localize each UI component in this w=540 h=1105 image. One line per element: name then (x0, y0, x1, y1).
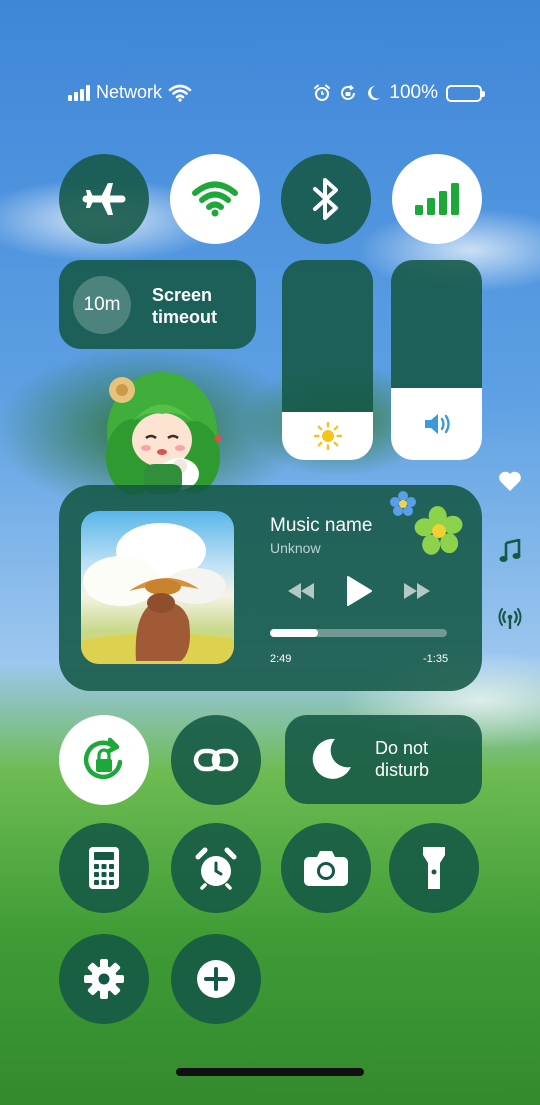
alarm-clock-icon (195, 847, 237, 890)
camera-button[interactable] (281, 823, 371, 913)
wifi-icon (192, 181, 238, 217)
link-icon (193, 748, 239, 772)
broadcast-side-button[interactable] (496, 606, 524, 632)
link-toggle[interactable] (171, 715, 261, 805)
battery-icon (446, 84, 485, 102)
volume-slider[interactable] (391, 260, 482, 460)
gear-icon (84, 959, 124, 999)
brightness-level-fill (282, 412, 373, 460)
timeout-label-line1: Screen (152, 285, 213, 305)
timeout-value: 10m (83, 294, 121, 315)
dnd-label-line1: Do not (375, 738, 429, 758)
heart-icon (499, 471, 521, 491)
dnd-label: Do not disturb (375, 737, 429, 781)
camera-icon (304, 851, 348, 886)
rewind-icon[interactable] (287, 582, 315, 600)
chibi-character-sticker (106, 372, 222, 495)
moon-icon (312, 738, 351, 779)
home-indicator[interactable] (176, 1068, 364, 1076)
alarm-status-icon (314, 84, 331, 101)
airplane-toggle[interactable] (59, 154, 149, 244)
rotation-lock-icon (83, 737, 123, 780)
volume-level-fill (391, 388, 482, 460)
calculator-icon (89, 847, 119, 889)
playback-controls (287, 575, 431, 607)
battery-percent: 100% (389, 82, 438, 103)
add-circle-icon (197, 960, 235, 998)
music-note-icon (499, 539, 521, 562)
remaining-time: -1:35 (423, 653, 449, 665)
bluetooth-icon (313, 178, 338, 220)
timeout-label: Screen timeout (152, 284, 217, 328)
play-icon[interactable] (345, 575, 373, 607)
fast-forward-icon[interactable] (403, 582, 431, 600)
do-not-disturb-tile[interactable]: Do not disturb (285, 715, 482, 804)
playback-progress-fill (270, 629, 318, 637)
timeout-value-badge: 10m (73, 276, 131, 334)
wifi-toggle[interactable] (170, 154, 260, 244)
playback-progress[interactable] (270, 629, 447, 637)
dnd-label-line2: disturb (375, 760, 430, 780)
moon-status-icon (368, 86, 381, 100)
status-right: 100% (313, 82, 485, 104)
calculator-button[interactable] (59, 823, 149, 913)
screen-timeout-tile[interactable]: 10m Screen timeout (59, 260, 256, 349)
wifi-status-icon (168, 84, 192, 102)
broadcast-icon (498, 608, 522, 629)
status-bar: Network 100% (0, 82, 540, 110)
favorite-side-button[interactable] (496, 468, 524, 494)
signal-bars-icon (68, 84, 90, 101)
cellular-toggle[interactable] (392, 154, 482, 244)
settings-button[interactable] (59, 934, 149, 1024)
add-button[interactable] (171, 934, 261, 1024)
sun-icon (313, 421, 342, 451)
network-label: Network (96, 82, 163, 102)
speaker-icon (424, 414, 450, 434)
status-left: Network (68, 82, 192, 103)
song-title: Music name (270, 515, 373, 536)
timeout-label-line2: timeout (152, 307, 217, 327)
rotation-lock-status-icon (341, 84, 356, 100)
elapsed-time: 2:49 (270, 653, 292, 665)
flashlight-icon (423, 847, 445, 889)
album-art-image (81, 523, 234, 664)
flashlight-button[interactable] (389, 823, 479, 913)
brightness-slider[interactable] (282, 260, 373, 460)
cellular-signal-icon (415, 183, 459, 215)
album-art[interactable] (81, 511, 234, 664)
song-artist: Unknow (270, 540, 321, 556)
airplane-icon (82, 183, 126, 215)
alarm-button[interactable] (171, 823, 261, 913)
bluetooth-toggle[interactable] (281, 154, 371, 244)
media-player: Music name Unknow 2:49 -1:35 (59, 485, 482, 691)
music-side-button[interactable] (496, 538, 524, 564)
flower-decoration-green (414, 506, 463, 555)
rotation-lock-toggle[interactable] (59, 715, 149, 805)
